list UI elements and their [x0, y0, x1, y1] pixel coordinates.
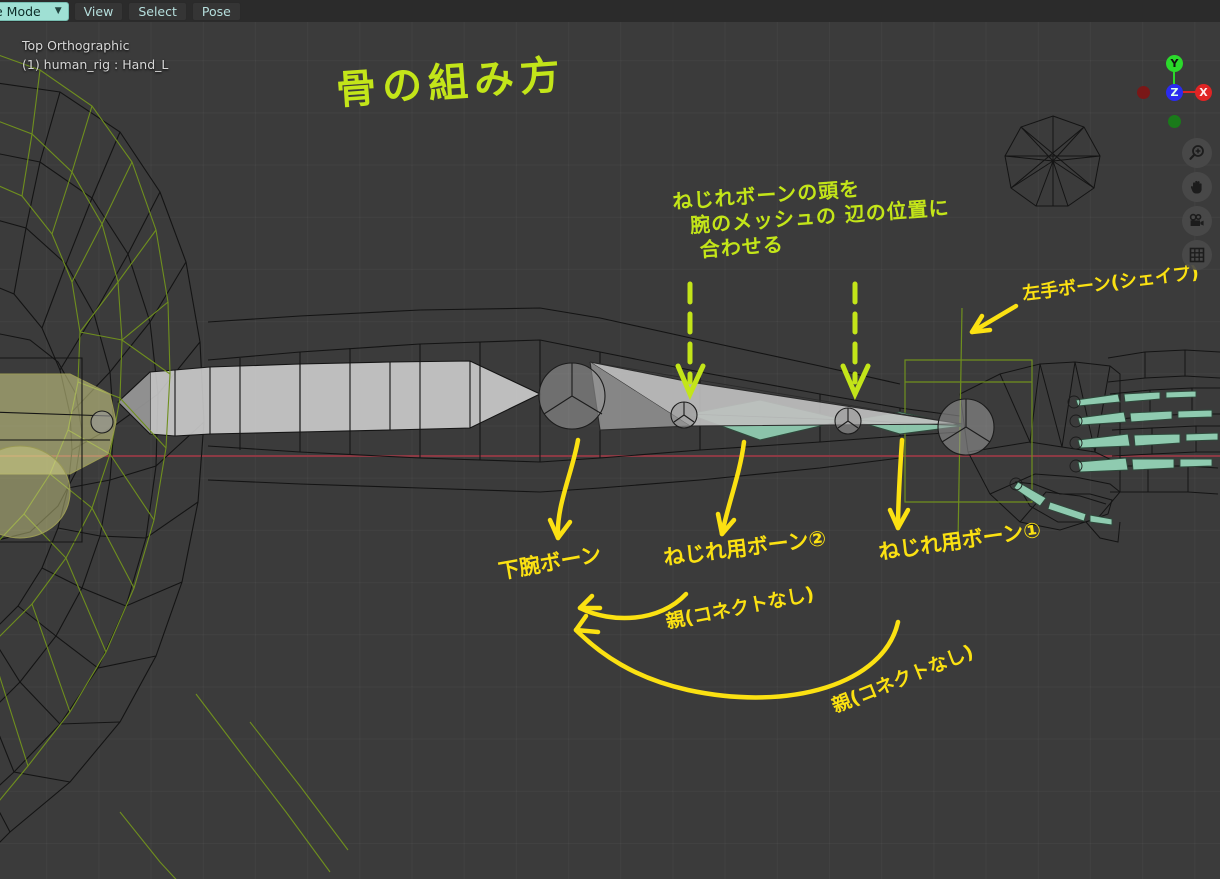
pan-tool-button[interactable] — [1182, 172, 1212, 202]
grid-tool-button[interactable] — [1182, 240, 1212, 270]
scene-geometry — [0, 55, 1220, 879]
viewport-header: e Mode ▼ View Select Pose — [0, 0, 1220, 22]
gizmo-axis-x-negative[interactable] — [1137, 86, 1150, 99]
mode-select-dropdown[interactable]: e Mode ▼ — [0, 1, 69, 21]
3d-viewport[interactable]: 骨の組み方 ねじれボーンの頭を 腕のメッシュの 辺の位置に 合わせる 左手ボーン… — [0, 22, 1220, 879]
forearm-bone — [589, 361, 963, 431]
hand-icon — [1190, 180, 1202, 194]
gizmo-axis-y-negative[interactable] — [1168, 115, 1181, 128]
grid-icon — [1189, 247, 1205, 263]
gizmo-axis-y[interactable]: Y — [1166, 55, 1183, 72]
camera-tool-button[interactable] — [1182, 206, 1212, 236]
camera-icon — [1189, 213, 1204, 226]
menu-view[interactable]: View — [73, 1, 124, 21]
selected-bone-region — [0, 357, 117, 543]
navigation-gizmo[interactable]: Z Y X — [1132, 50, 1216, 134]
mode-select-label: e Mode — [0, 3, 41, 19]
gizmo-axis-x[interactable]: X — [1195, 84, 1212, 101]
magnifier-plus-icon — [1189, 145, 1204, 160]
menu-pose[interactable]: Pose — [191, 1, 241, 21]
finger-bones — [1009, 390, 1219, 526]
menu-select[interactable]: Select — [128, 1, 187, 21]
chevron-down-icon: ▼ — [54, 6, 62, 16]
upper-arm-mesh — [117, 360, 542, 437]
custom-bone-shape — [1004, 115, 1101, 207]
gizmo-axis-z[interactable]: Z — [1166, 84, 1183, 101]
zoom-tool-button[interactable] — [1182, 138, 1212, 168]
viewport-tool-buttons[interactable] — [1182, 138, 1212, 270]
blender-window: 骨の組み方 ねじれボーンの頭を 腕のメッシュの 辺の位置に 合わせる 左手ボーン… — [0, 0, 1220, 879]
